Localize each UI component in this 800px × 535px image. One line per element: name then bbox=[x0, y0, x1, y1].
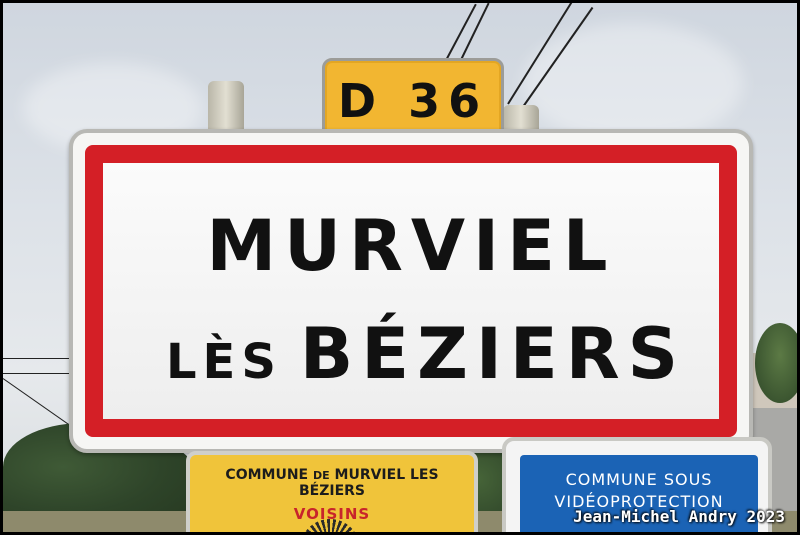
cloud bbox=[523, 23, 743, 143]
power-line bbox=[3, 358, 73, 359]
commune-word: COMMUNE bbox=[225, 467, 309, 483]
commune-de: DE bbox=[312, 469, 330, 482]
town-name-main: BÉZIERS bbox=[299, 313, 687, 395]
photo-frame: D 36 MURVIEL LÈS BÉZIERS COMMUNE DE MURVI… bbox=[3, 3, 797, 532]
route-number: D 36 bbox=[337, 74, 489, 128]
photo-credit: Jean-Michel Andry 2023 bbox=[573, 507, 785, 526]
video-sign-line1: COMMUNE SOUS bbox=[565, 470, 713, 489]
town-name-line1: MURVIEL bbox=[206, 205, 616, 287]
power-line bbox=[457, 3, 490, 67]
town-entry-sign: MURVIEL LÈS BÉZIERS bbox=[69, 129, 753, 453]
town-name-prefix: LÈS bbox=[165, 334, 282, 390]
commune-sign-title: COMMUNE DE MURVIEL LES BÉZIERS bbox=[190, 467, 474, 499]
pole-cap bbox=[208, 81, 244, 131]
bush bbox=[755, 323, 797, 403]
town-sign-red-border: MURVIEL LÈS BÉZIERS bbox=[85, 145, 737, 437]
power-line bbox=[3, 373, 73, 374]
commune-sign: COMMUNE DE MURVIEL LES BÉZIERS VOISINS bbox=[186, 451, 478, 532]
town-name-line2: LÈS BÉZIERS bbox=[143, 313, 709, 395]
